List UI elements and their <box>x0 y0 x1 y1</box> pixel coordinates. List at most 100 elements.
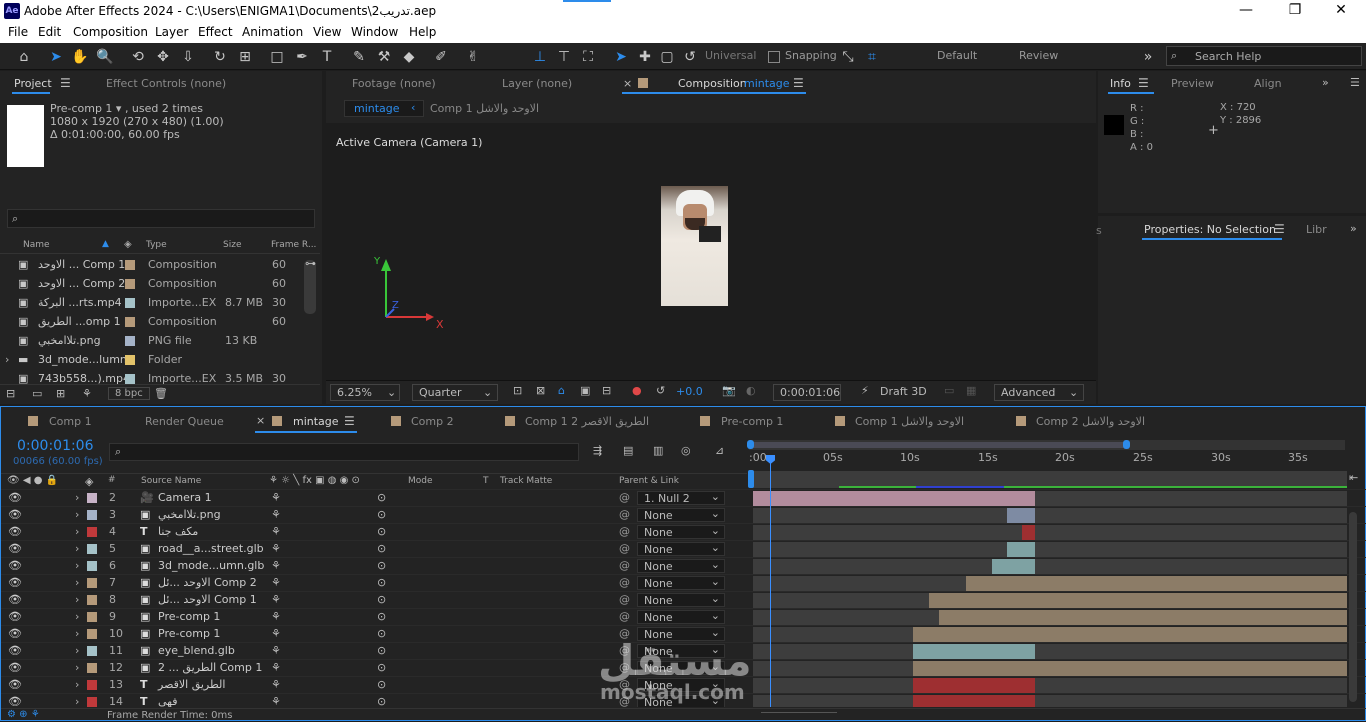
expand-arrow-icon[interactable]: › <box>75 627 79 640</box>
tab-comp-1[interactable]: Comp 1 <box>49 415 92 428</box>
label-color[interactable] <box>125 279 135 289</box>
project-item[interactable]: ▣ البركة ...rts.mp4 Importe...EX 8.7 MB 30 <box>0 293 320 312</box>
project-item[interactable]: ▣ الطريق ...omp 1 Composition 60 <box>0 312 320 331</box>
transparency-grid-icon[interactable]: ⊠ <box>536 384 545 397</box>
universal-label[interactable]: Universal <box>705 49 756 62</box>
layer-row[interactable]: 👁 › 4 T مكف جنا ⚘ ⊙ @ None ⌄ <box>1 523 1366 540</box>
layer-name[interactable]: Pre-comp 1 <box>158 610 220 623</box>
roto-brush-tool-icon[interactable]: ✐ <box>431 47 451 67</box>
close-tab-icon[interactable]: × <box>256 414 265 427</box>
column-frame-rate[interactable]: Frame R... <box>271 240 316 250</box>
layer-row[interactable]: 👁 › 8 ▣ الاوحد ...ئل Comp 1 ⚘ ⊙ @ None ⌄ <box>1 591 1366 608</box>
layer-duration-bar[interactable] <box>1007 508 1036 523</box>
shy-switch-icon[interactable]: ⚘ <box>271 610 281 623</box>
pickwhip-icon[interactable]: @ <box>619 610 630 623</box>
column-size[interactable]: Size <box>223 240 241 250</box>
layer-name[interactable]: مكف جنا <box>158 525 198 538</box>
layer-duration-bar[interactable] <box>913 644 1036 659</box>
graph-editor-icon[interactable]: ⊿ <box>715 444 724 457</box>
close-button[interactable]: ✕ <box>1326 2 1356 18</box>
label-color[interactable] <box>87 646 97 656</box>
layer-duration-bar[interactable] <box>753 491 1036 506</box>
dolly-tool-icon[interactable]: ⇩ <box>178 47 198 67</box>
pickwhip-icon[interactable]: @ <box>619 593 630 606</box>
expand-arrow-icon[interactable]: › <box>5 353 9 366</box>
label-color[interactable] <box>125 298 135 308</box>
eye-icon[interactable]: 👁 <box>8 542 22 555</box>
expand-arrow-icon[interactable]: › <box>75 576 79 589</box>
toggle-switches-icon[interactable]: ⚙ ⊕ ⚘ <box>7 709 40 720</box>
menu-layer[interactable]: Layer <box>155 25 188 39</box>
extended-viewer-icon[interactable]: ▦ <box>966 384 976 397</box>
close-tab-icon[interactable]: × <box>623 77 632 90</box>
menu-animation[interactable]: Animation <box>242 25 303 39</box>
shy-switch-icon[interactable]: ⚘ <box>271 491 281 504</box>
label-color[interactable] <box>87 578 97 588</box>
layer-duration-bar[interactable] <box>965 576 1347 591</box>
eye-icon[interactable]: 👁 <box>8 627 22 640</box>
label-color[interactable] <box>125 374 135 384</box>
expand-arrow-icon[interactable]: › <box>75 644 79 657</box>
playhead-line[interactable] <box>770 457 771 707</box>
3d-layer-switch-icon[interactable]: ⊙ <box>377 576 386 589</box>
label-tag-icon[interactable]: ◈ <box>124 239 132 250</box>
layer-duration-bar[interactable] <box>1007 542 1036 557</box>
timeline-search-input[interactable]: ⌕ <box>109 443 579 461</box>
hand-tool-icon[interactable]: ✋ <box>70 47 90 67</box>
quality-dropdown[interactable]: Quarter ⌄ <box>412 384 498 401</box>
pickwhip-icon[interactable]: @ <box>619 508 630 521</box>
work-area-start-handle[interactable] <box>747 440 754 449</box>
layer-duration-bar[interactable] <box>913 695 1036 707</box>
expand-arrow-icon[interactable]: › <box>75 678 79 691</box>
tab-align[interactable]: Align <box>1254 77 1282 90</box>
label-color[interactable] <box>87 510 97 520</box>
bit-depth-button[interactable]: 8 bpc <box>108 387 150 400</box>
eye-icon[interactable]: 👁 <box>8 508 22 521</box>
eye-icon[interactable]: 👁 <box>8 610 22 623</box>
3d-layer-switch-icon[interactable]: ⊙ <box>377 610 386 623</box>
3d-layer-switch-icon[interactable]: ⊙ <box>377 661 386 674</box>
tab-effect-controls[interactable]: Effect Controls (none) <box>106 77 226 90</box>
grid-icon[interactable]: ⊟ <box>602 384 611 397</box>
menu-view[interactable]: View <box>313 25 341 39</box>
layer-name[interactable]: تلاامخبي.png <box>158 508 221 521</box>
expand-arrow-icon[interactable]: › <box>75 695 79 707</box>
home-icon[interactable]: ⌂ <box>14 47 34 67</box>
more-panels-icon[interactable]: » <box>1322 76 1329 89</box>
3d-layer-switch-icon[interactable]: ⊙ <box>377 491 386 504</box>
project-item[interactable]: ▣ تلاامخبي.png PNG file 13 KB <box>0 331 320 350</box>
eye-icon[interactable]: 👁 <box>8 593 22 606</box>
expand-arrow-icon[interactable]: › <box>75 661 79 674</box>
tab-properties[interactable]: Properties: No Selection <box>1144 223 1276 236</box>
layer-name[interactable]: فهي <box>158 695 178 707</box>
tab-composition[interactable]: Composition <box>678 77 747 90</box>
color-channels-icon[interactable]: ● <box>632 384 642 397</box>
zoom-out-icon[interactable]: ⇤ <box>1349 471 1358 484</box>
work-area-end-handle[interactable] <box>1123 440 1130 449</box>
search-help-field[interactable]: ⌕ Search Help <box>1166 46 1362 66</box>
3d-layer-switch-icon[interactable]: ⊙ <box>377 542 386 555</box>
layer-name[interactable]: 3d_mode...umn.glb <box>158 559 264 572</box>
timeline-nav-handle[interactable] <box>748 470 754 488</box>
clipped-tab[interactable]: s <box>1096 224 1102 237</box>
info-menu-icon[interactable]: ☰ <box>1138 76 1149 90</box>
work-area-bar[interactable] <box>747 440 1345 450</box>
snap-target-icon[interactable]: ⌗ <box>862 47 882 67</box>
layer-duration-bar[interactable] <box>929 593 1347 608</box>
label-color[interactable] <box>87 697 97 707</box>
selection-tool-icon[interactable]: ➤ <box>46 47 66 67</box>
comp-flowchart-icon[interactable]: ⇶ <box>593 444 602 457</box>
tab-pre-comp-1[interactable]: Pre-comp 1 <box>721 415 783 428</box>
3d-layer-switch-icon[interactable]: ⊙ <box>377 508 386 521</box>
tab-comp-arabic-2[interactable]: Comp 1 الاوحد والاشل <box>855 415 964 428</box>
pickwhip-icon[interactable]: @ <box>619 542 630 555</box>
shy-switch-icon[interactable]: ⚘ <box>271 576 281 589</box>
rotate-tool-icon[interactable]: ↻ <box>210 47 230 67</box>
layer-duration-bar[interactable] <box>938 610 1347 625</box>
shy-switch-icon[interactable]: ⚘ <box>271 593 281 606</box>
reset-exposure-icon[interactable]: ↺ <box>656 384 665 397</box>
current-time-field[interactable]: 0:00:01:06 <box>773 384 841 401</box>
project-item[interactable]: ▣ الاوحد ... Comp 2 Composition 60 <box>0 274 320 293</box>
3d-layer-switch-icon[interactable]: ⊙ <box>377 525 386 538</box>
new-folder-icon[interactable]: ▭ <box>32 387 42 400</box>
